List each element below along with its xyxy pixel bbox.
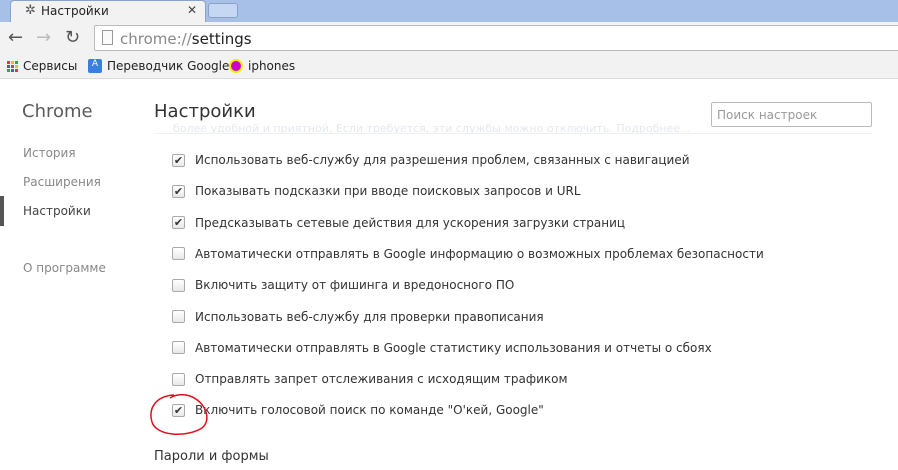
option-row[interactable]: Использовать веб-службу для проверки пра…: [172, 310, 544, 324]
option-row[interactable]: ✔ Предсказывать сетевые действия для уско…: [172, 216, 625, 230]
checkbox[interactable]: [172, 372, 185, 386]
sidebar-item-settings[interactable]: Настройки: [23, 204, 91, 218]
checkbox[interactable]: [172, 247, 185, 261]
toolbar: ← → ↻ chrome://settings: [0, 22, 898, 55]
bookmark-apps[interactable]: Сервисы: [7, 59, 77, 73]
gear-icon: ✲: [25, 3, 36, 18]
checkbox[interactable]: [172, 341, 185, 355]
option-row[interactable]: Автоматически отправлять в Google статис…: [172, 341, 712, 355]
section-passwords-forms: Пароли и формы: [154, 449, 269, 464]
sidebar-item-about[interactable]: О программе: [23, 261, 106, 275]
sidebar-title: Chrome: [22, 101, 93, 122]
sidebar-item-history[interactable]: История: [23, 146, 76, 160]
checkbox[interactable]: [172, 278, 185, 292]
apps-icon: [7, 60, 18, 72]
option-row[interactable]: ✔ Использовать веб-службу для разрешения …: [172, 153, 690, 167]
checkbox[interactable]: ✔: [172, 216, 185, 230]
forward-icon[interactable]: →: [36, 27, 51, 48]
option-label: Показывать подсказки при вводе поисковых…: [195, 184, 581, 199]
checkbox[interactable]: ✔: [172, 403, 185, 417]
translate-icon: A: [88, 59, 102, 73]
url-scheme: chrome://: [120, 30, 192, 48]
tab-settings[interactable]: ✲ Настройки ✕: [10, 0, 206, 22]
option-label: Включить голосовой поиск по команде "О'к…: [195, 403, 544, 418]
bookmark-translate[interactable]: A Переводчик Google: [88, 59, 229, 73]
bookmark-label: Сервисы: [23, 59, 78, 73]
close-icon[interactable]: ✕: [187, 3, 197, 17]
option-row[interactable]: Отправлять запрет отслеживания с исходящ…: [172, 372, 568, 386]
bookmark-iphones[interactable]: iphones: [229, 59, 295, 73]
bookmark-label: iphones: [248, 59, 296, 73]
tab-strip: ✲ Настройки ✕: [0, 0, 898, 22]
checkbox[interactable]: [172, 310, 185, 323]
iphones-icon: [229, 59, 243, 73]
new-tab-button[interactable]: [208, 3, 238, 18]
option-label: Использовать веб-службу для разрешения п…: [195, 153, 690, 167]
option-row[interactable]: Автоматически отправлять в Google информ…: [172, 247, 764, 261]
search-settings-input[interactable]: Поиск настроек: [711, 102, 872, 127]
option-row[interactable]: ✔ Включить голосовой поиск по команде "О'…: [172, 403, 544, 417]
reload-icon[interactable]: ↻: [65, 27, 80, 48]
divider: [154, 133, 872, 134]
sidebar-item-extensions[interactable]: Расширения: [23, 175, 101, 189]
bookmark-label: Переводчик Google: [107, 59, 230, 73]
active-indicator: [0, 196, 4, 226]
option-label: Отправлять запрет отслеживания с исходящ…: [195, 372, 568, 387]
checkbox[interactable]: ✔: [172, 184, 185, 198]
page-title: Настройки: [154, 101, 256, 122]
option-label: Предсказывать сетевые действия для ускор…: [195, 215, 626, 230]
option-label: Включить защиту от фишинга и вредоносног…: [195, 278, 515, 293]
option-row[interactable]: ✔ Показывать подсказки при вводе поисковы…: [172, 184, 581, 198]
option-label: Автоматически отправлять в Google информ…: [195, 246, 764, 261]
page-icon: [102, 30, 113, 45]
option-row[interactable]: Включить защиту от фишинга и вредоносног…: [172, 278, 514, 292]
option-label: Использовать веб-службу для проверки пра…: [195, 309, 544, 324]
tab-title: Настройки: [41, 4, 109, 18]
checkbox[interactable]: ✔: [172, 153, 185, 167]
bookmarks-bar: Сервисы A Переводчик Google iphones: [0, 55, 898, 79]
back-icon[interactable]: ←: [8, 27, 23, 48]
url-path: settings: [191, 30, 252, 48]
option-label: Автоматически отправлять в Google статис…: [195, 340, 712, 355]
address-bar[interactable]: chrome://settings: [94, 25, 898, 51]
